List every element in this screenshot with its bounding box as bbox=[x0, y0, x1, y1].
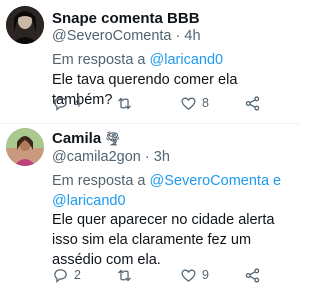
tweet-1[interactable]: Snape comenta BBB @SeveroComenta · 4h Em… bbox=[0, 0, 300, 138]
mention-link[interactable]: @SeveroComenta bbox=[150, 173, 270, 189]
reply-context: Em resposta a @laricand0 bbox=[52, 50, 223, 70]
share-button[interactable] bbox=[244, 93, 261, 113]
retweet-button[interactable] bbox=[116, 93, 138, 113]
reply-prefix: Em resposta a bbox=[52, 173, 150, 189]
like-icon bbox=[181, 269, 196, 282]
share-icon bbox=[245, 267, 260, 283]
tornado-emoji: 🌪 bbox=[104, 131, 121, 146]
reply-joiner: e bbox=[269, 173, 282, 189]
handle[interactable]: @camila2gon bbox=[52, 149, 141, 165]
like-icon bbox=[181, 97, 196, 110]
mention-link[interactable]: @laricand0 bbox=[150, 52, 224, 68]
reply-context: Em resposta a @SeveroComenta e @laricand… bbox=[52, 171, 297, 211]
action-bar: 4 8 bbox=[52, 93, 292, 113]
handle-and-time: @SeveroComenta · 4h bbox=[52, 28, 201, 44]
timestamp[interactable]: 4h bbox=[184, 28, 200, 44]
action-bar: 2 9 bbox=[52, 265, 292, 285]
display-name-text: Camila bbox=[52, 130, 102, 147]
tweet-2[interactable]: Camila 🌪 @camila2gon · 3h Em resposta a @… bbox=[0, 124, 300, 298]
like-button[interactable]: 8 bbox=[180, 93, 209, 113]
handle[interactable]: @SeveroComenta bbox=[52, 28, 172, 44]
share-button[interactable] bbox=[244, 265, 261, 285]
reply-button[interactable]: 4 bbox=[52, 93, 81, 113]
retweet-icon bbox=[118, 97, 131, 109]
reply-count: 4 bbox=[74, 96, 81, 110]
display-name[interactable]: Snape comenta BBB bbox=[52, 10, 200, 27]
reply-prefix: Em resposta a bbox=[52, 52, 150, 68]
mention-link[interactable]: @laricand0 bbox=[52, 193, 126, 209]
reply-button[interactable]: 2 bbox=[52, 265, 81, 285]
retweet-icon bbox=[118, 269, 131, 281]
display-name[interactable]: Camila 🌪 bbox=[52, 130, 121, 147]
handle-and-time: @camila2gon · 3h bbox=[52, 149, 170, 165]
separator: · bbox=[171, 28, 185, 44]
avatar-snape[interactable] bbox=[6, 6, 44, 44]
timestamp[interactable]: 3h bbox=[154, 149, 170, 165]
reply-icon bbox=[54, 96, 67, 111]
avatar-camila[interactable] bbox=[6, 128, 44, 166]
separator: · bbox=[140, 149, 154, 165]
reply-icon bbox=[54, 268, 67, 283]
retweet-button[interactable] bbox=[116, 265, 138, 285]
tweet-text: Ele quer aparecer no cidade alerta isso … bbox=[52, 212, 275, 268]
like-count: 8 bbox=[202, 96, 209, 110]
like-count: 9 bbox=[202, 268, 209, 282]
share-icon bbox=[245, 95, 260, 111]
reply-count: 2 bbox=[74, 268, 81, 282]
like-button[interactable]: 9 bbox=[180, 265, 209, 285]
